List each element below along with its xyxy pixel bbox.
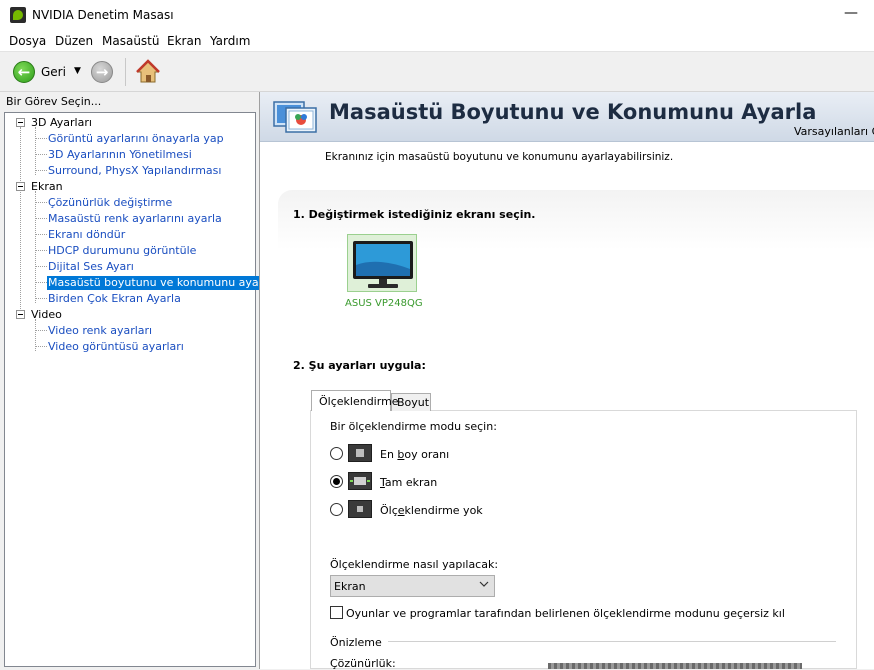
- back-button-label[interactable]: Geri: [41, 65, 66, 79]
- scaling-method-select[interactable]: Ekran: [330, 575, 495, 597]
- restore-defaults-link[interactable]: Varsayılanları G: [794, 125, 874, 138]
- tree-item-multiple-displays[interactable]: Birden Çok Ekran Ayarla: [48, 292, 181, 306]
- scaling-mode-prompt: Bir ölçeklendirme modu seçin:: [330, 420, 497, 433]
- home-icon[interactable]: [135, 59, 161, 85]
- chevron-down-icon: [479, 579, 489, 592]
- menu-file[interactable]: Dosya: [9, 34, 46, 48]
- minimize-button[interactable]: —: [828, 6, 874, 26]
- tree-item-adjust-image-preview[interactable]: Görüntü ayarlarını önayarla yap: [48, 132, 224, 146]
- tree-item-change-resolution[interactable]: Çözünürlük değiştirme: [48, 196, 172, 210]
- step1-heading: 1. Değiştirmek istediğiniz ekranı seçin.: [293, 208, 536, 221]
- tree-item-desktop-size-position[interactable]: Masaüstü boyutunu ve konumunu ayarla: [47, 276, 274, 290]
- tree-item-video-image[interactable]: Video görüntüsü ayarları: [48, 340, 184, 354]
- tree-item-video-color[interactable]: Video renk ayarları: [48, 324, 152, 338]
- tree-item-rotate-display[interactable]: Ekranı döndür: [48, 228, 125, 242]
- tree-group-display[interactable]: Ekran: [31, 180, 63, 194]
- tab-scaling[interactable]: Ölçeklendirme: [311, 390, 399, 411]
- aspect-ratio-scaling-icon: [348, 444, 372, 462]
- tree-item-manage-3d[interactable]: 3D Ayarlarının Yönetilmesi: [48, 148, 192, 162]
- back-history-dropdown[interactable]: ▼: [74, 66, 81, 76]
- tree-item-hdcp-status[interactable]: HDCP durumunu görüntüle: [48, 244, 196, 258]
- mode-no-scaling-label[interactable]: Ölçeklendirme yok: [380, 504, 483, 517]
- menu-display[interactable]: Ekran: [167, 34, 201, 48]
- mode-aspect-ratio-label[interactable]: En boy oranı: [380, 448, 449, 461]
- window-title: NVIDIA Denetim Masası: [32, 8, 174, 22]
- step2-heading: 2. Şu ayarları uygula:: [293, 359, 426, 372]
- toolbar-separator: [125, 58, 126, 86]
- preview-image: [548, 663, 802, 669]
- resolution-label: Çözünürlük:: [330, 657, 396, 670]
- menu-edit[interactable]: Düzen: [55, 34, 93, 48]
- forward-arrow-icon[interactable]: →: [91, 61, 113, 83]
- display-settings-icon: [272, 99, 320, 137]
- full-screen-scaling-icon: [348, 472, 372, 490]
- menu-desktop[interactable]: Masaüstü: [102, 34, 159, 48]
- tree-item-surround-physx[interactable]: Surround, PhysX Yapılandırması: [48, 164, 221, 178]
- radio-aspect-ratio[interactable]: [330, 447, 343, 460]
- expander-3d-settings[interactable]: [16, 118, 25, 127]
- back-arrow-icon[interactable]: ←: [13, 61, 35, 83]
- menu-help[interactable]: Yardım: [210, 34, 250, 48]
- page-description: Ekranınız için masaüstü boyutunu ve konu…: [325, 151, 674, 163]
- override-scaling-label[interactable]: Oyunlar ve programlar tarafından belirle…: [346, 607, 785, 620]
- monitor-name[interactable]: ASUS VP248QG: [345, 298, 423, 309]
- tree-group-3d-settings[interactable]: 3D Ayarları: [31, 116, 92, 130]
- radio-no-scaling[interactable]: [330, 503, 343, 516]
- expander-video[interactable]: [16, 310, 25, 319]
- tree-group-video[interactable]: Video: [31, 308, 62, 322]
- tree-item-desktop-color[interactable]: Masaüstü renk ayarlarını ayarla: [48, 212, 222, 226]
- nvidia-app-icon: [10, 7, 26, 23]
- radio-full-screen[interactable]: [330, 475, 343, 488]
- preview-divider: [388, 641, 836, 642]
- monitor-selector[interactable]: [347, 234, 417, 292]
- preview-label: Önizleme: [330, 636, 382, 649]
- scaling-method-label: Ölçeklendirme nasıl yapılacak:: [330, 558, 499, 571]
- page-title: Masaüstü Boyutunu ve Konumunu Ayarla: [329, 100, 817, 124]
- menu-bar: Dosya Düzen Masaüstü Ekran Yardım: [0, 30, 874, 52]
- override-scaling-checkbox[interactable]: [330, 606, 343, 619]
- task-tree: 3D Ayarları Görüntü ayarlarını önayarla …: [4, 112, 274, 667]
- task-panel-header: Bir Görev Seçin...: [0, 92, 258, 112]
- tree-item-digital-audio[interactable]: Dijital Ses Ayarı: [48, 260, 134, 274]
- toolbar: [0, 52, 874, 92]
- monitor-icon: [353, 241, 413, 288]
- mode-full-screen-label[interactable]: Tam ekran: [380, 476, 437, 489]
- expander-display[interactable]: [16, 182, 25, 191]
- no-scaling-icon: [348, 500, 372, 518]
